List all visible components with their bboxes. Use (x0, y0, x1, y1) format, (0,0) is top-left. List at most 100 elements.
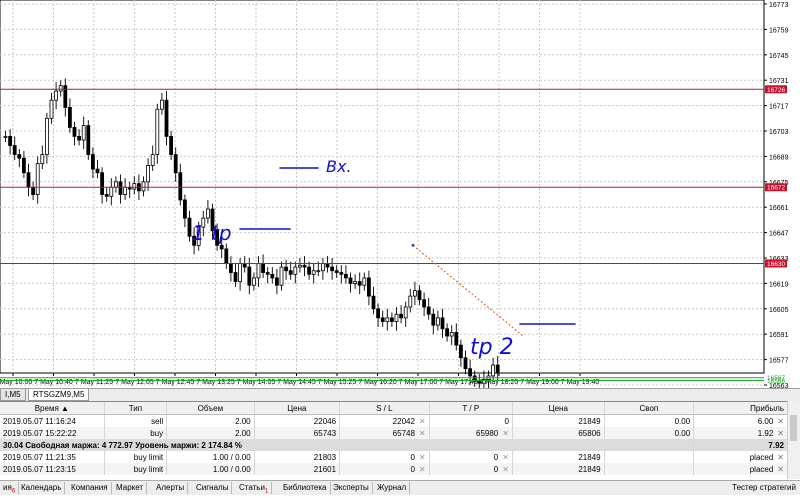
candle-body (155, 108, 160, 155)
close-order-icon[interactable]: ✕ (777, 465, 784, 474)
candle-body (343, 273, 348, 279)
chart-canvas[interactable]: 1677316759167451673116717167031668916675… (0, 0, 800, 388)
tester-tab[interactable]: Тестер стратегий (732, 482, 796, 494)
tab-signals[interactable]: Сигналы (193, 482, 233, 494)
col-profit[interactable]: Прибыль (693, 402, 788, 415)
cell-type: sell (104, 414, 168, 427)
cell-tp[interactable]: 65980 ✕ (429, 427, 513, 439)
table-row[interactable]: 2019.05.07 11:23:15 buy limit 1.00 / 0.0… (0, 463, 788, 475)
candle-body (408, 295, 413, 308)
candle-body (366, 277, 371, 297)
table-row[interactable]: 2019.05.07 15:22:22 buy 2.00 65743 65748… (0, 427, 788, 439)
cell-tp[interactable]: 0 (429, 414, 513, 427)
candle-body (123, 186, 127, 195)
close-icon[interactable]: ✕ (419, 453, 426, 462)
close-position-icon[interactable]: ✕ (777, 417, 784, 426)
scroll-thumb[interactable] (790, 415, 797, 441)
tab-library[interactable]: Библиотека (280, 482, 331, 494)
tab-experts[interactable]: Эксперты (330, 482, 373, 494)
col-current-price[interactable]: Цена (512, 402, 605, 415)
table-row[interactable]: 2019.05.07 11:16:24 sell 2.00 22046 2204… (0, 414, 788, 427)
col-tp[interactable]: T / P (429, 402, 513, 415)
candle-body (247, 266, 252, 286)
candle-body (468, 368, 473, 377)
tab-market[interactable]: Маркет (113, 482, 148, 494)
tab-calendar[interactable]: Календарь (18, 482, 66, 494)
cell-price: 65743 (254, 427, 341, 439)
col-sl[interactable]: S / L (339, 402, 430, 415)
candle-body (45, 117, 49, 155)
candle-body (164, 99, 169, 137)
candle-body (118, 181, 123, 195)
level-label: 16726 (767, 87, 785, 94)
price-tick-label: 16773 (769, 2, 789, 9)
tab-journal[interactable]: Журнал (374, 482, 411, 494)
terminal-panel: Время ▲ Тип Объем Цена S / L T / P Цена … (0, 401, 800, 480)
candle-body (173, 154, 178, 174)
candle-body (35, 163, 40, 195)
candle-body (376, 308, 381, 319)
level-label: 16630 (767, 261, 785, 268)
close-icon[interactable]: ✕ (419, 429, 426, 438)
close-icon[interactable]: ✕ (502, 465, 509, 474)
close-order-icon[interactable]: ✕ (777, 453, 784, 462)
candle-body (311, 270, 316, 275)
cell-volume: 1.00 / 0.00 (166, 451, 255, 463)
cell-sl[interactable]: 22042 ✕ (339, 414, 430, 427)
col-swap[interactable]: Своп (604, 402, 695, 415)
cell-profit: 6.00 ✕ (693, 414, 788, 427)
close-icon[interactable]: ✕ (502, 429, 509, 438)
cell-time: 2019.05.07 11:23:15 (0, 463, 105, 475)
cell-profit: placed ✕ (693, 451, 788, 463)
col-type[interactable]: Тип (104, 402, 168, 415)
cell-tp[interactable]: 0 ✕ (429, 451, 513, 463)
candle-body (288, 270, 293, 275)
table-row[interactable]: 2019.05.07 11:21:35 buy limit 1.00 / 0.0… (0, 451, 788, 463)
cell-price: 21803 (254, 451, 341, 463)
cell-volume: 2.00 (166, 427, 255, 439)
candle-body (233, 272, 238, 282)
balance-summary-row: 30.04 Свободная маржа: 4 772.97 Уровень … (0, 439, 788, 451)
terminal-scrollbar[interactable] (787, 401, 800, 479)
candle-body (495, 364, 500, 373)
col-price[interactable]: Цена (254, 402, 341, 415)
time-tick-label: 7 May 12:05 (115, 379, 154, 386)
cell-sl[interactable]: 0 ✕ (339, 451, 430, 463)
chart-tab-active[interactable]: RTSGZM9,M5 (28, 389, 90, 401)
candle-body (159, 99, 164, 110)
cell-tp[interactable]: 0 ✕ (429, 463, 513, 475)
candle-body (389, 317, 394, 322)
tab-articles[interactable]: Статьи1 (236, 482, 273, 495)
candle-body (109, 186, 114, 197)
cell-price: 22046 (254, 414, 341, 427)
cell-price: 21601 (254, 463, 341, 475)
candle-body (31, 186, 36, 195)
cell-profit: placed ✕ (693, 463, 788, 475)
price-tick-label: 16619 (769, 281, 789, 288)
chart-tab-prev[interactable]: I,M5 (0, 389, 26, 401)
cell-sl[interactable]: 0 ✕ (339, 463, 430, 475)
time-tick-label: 7 May 10:00 (0, 379, 32, 386)
price-chart[interactable]: 1677316759167451673116717167031668916675… (0, 0, 800, 388)
candle-body (219, 244, 224, 250)
cell-swap (604, 451, 695, 463)
cell-volume: 2.00 (166, 414, 255, 427)
col-volume[interactable]: Объем (166, 402, 255, 415)
tab-company[interactable]: Компания (68, 482, 112, 494)
close-icon[interactable]: ✕ (419, 417, 426, 426)
candle-body (132, 183, 137, 190)
tab-trade[interactable]: ия6 (0, 482, 20, 495)
candle-body (362, 277, 367, 286)
close-icon[interactable]: ✕ (419, 465, 426, 474)
close-position-icon[interactable]: ✕ (777, 429, 784, 438)
cell-sl[interactable]: 65748 ✕ (339, 427, 430, 439)
tab-alerts[interactable]: Алерты (153, 482, 189, 494)
candle-body (270, 273, 275, 279)
time-tick-label: 7 May 19:00 (520, 379, 559, 386)
close-icon[interactable]: ✕ (502, 453, 509, 462)
trade-entry-marker (411, 243, 415, 247)
trades-table: Время ▲ Тип Объем Цена S / L T / P Цена … (0, 402, 788, 475)
candle-body (357, 281, 362, 286)
candle-body (54, 90, 58, 101)
col-time[interactable]: Время ▲ (0, 402, 105, 415)
